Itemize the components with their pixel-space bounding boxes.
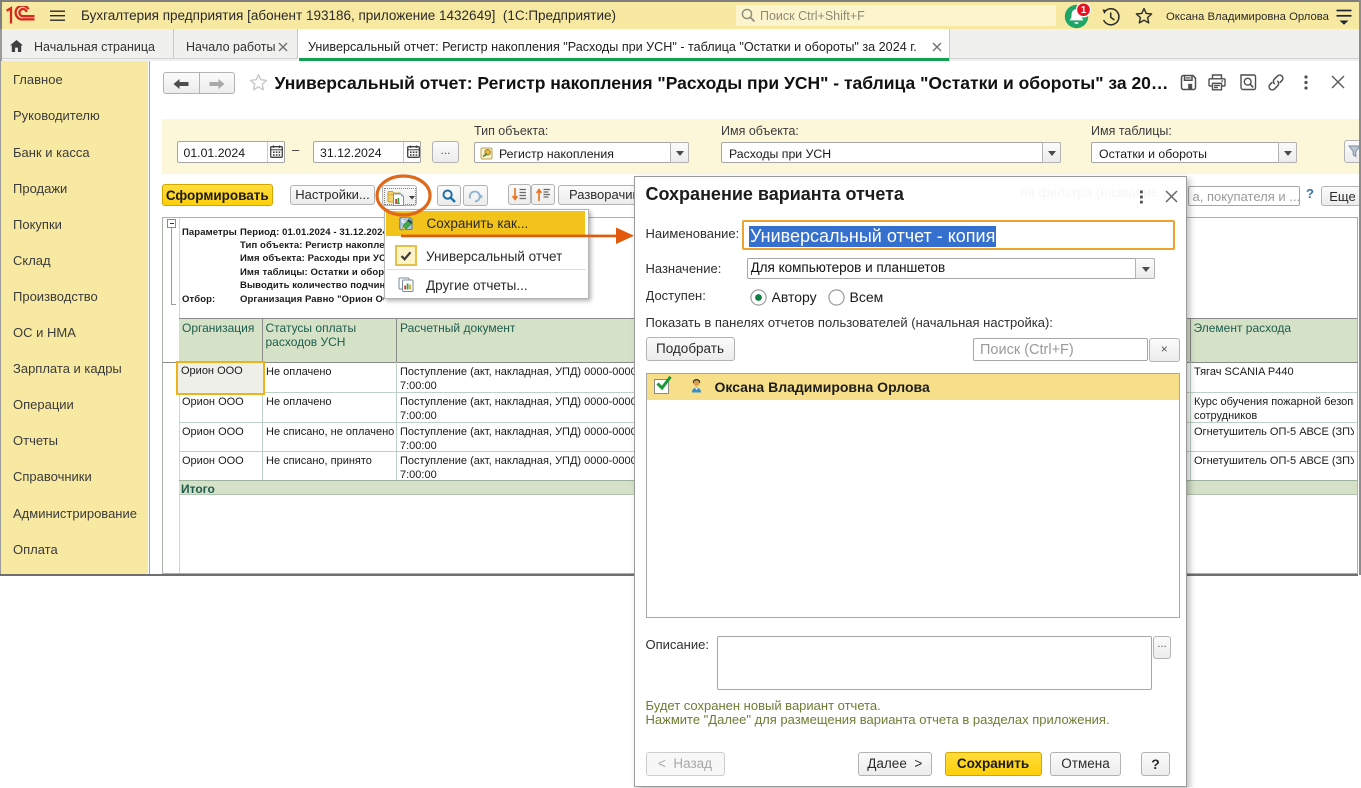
svg-text:1: 1	[1081, 5, 1087, 16]
